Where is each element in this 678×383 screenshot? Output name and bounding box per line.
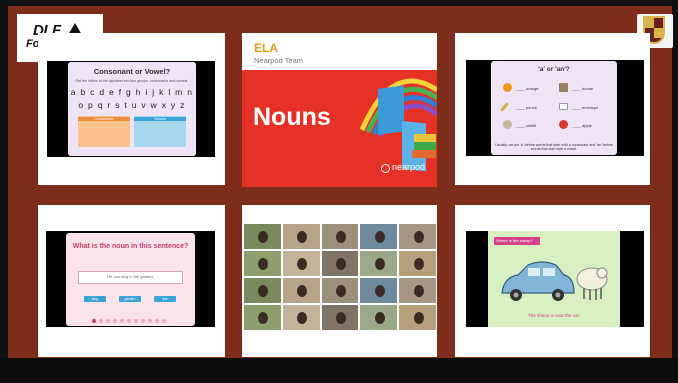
slide-sheep-car: Where is the sheep? The sheep is near th… [488,231,620,327]
progress-dot[interactable] [99,319,103,323]
progress-dot[interactable] [162,319,166,323]
alphabet-row: o p q r s t u v w x y z [78,100,186,110]
slide-a-or-an: 'a' or 'an'? ____ orange ____ house ____… [491,61,617,155]
participant-video [281,223,321,250]
nearpod-logo-text: nearpod [392,162,426,172]
list-item: ____ orange [516,86,539,91]
ela-title: ELA [254,41,278,55]
participant-video [320,304,360,331]
participant-avatar [297,257,308,270]
participant-video [281,304,321,331]
crest-quarter [645,18,654,28]
list-item: ____ pencil [516,105,537,110]
house-icon [559,83,568,92]
option-label: garden [124,297,136,301]
option-label: the [162,297,168,301]
progress-dot[interactable] [113,319,117,323]
participant-video [359,250,399,277]
participant-video [243,250,282,277]
question-text: What is the noun in this sentence? [72,243,189,250]
participant-avatar [374,230,385,243]
progress-dot[interactable] [141,319,145,323]
participant-avatar [413,284,424,297]
rabbit-icon [503,120,512,129]
vowels-label: Vowels [134,117,186,121]
participant-avatar [297,284,308,297]
slide-title: Consonant or Vowel? [93,67,171,76]
answer-sentence: The sheep is near the car. [527,313,581,318]
sentence-text: He can sing in the garden. [107,274,154,279]
participant-gallery [243,223,437,331]
participant-video [398,223,437,250]
progress-dot[interactable] [134,319,138,323]
slide-noun-question: What is the noun in this sentence? He ca… [66,233,195,326]
progress-dot[interactable] [120,319,124,323]
participant-avatar [297,230,308,243]
participant-video [243,223,282,250]
consonants-label: Consonants [78,117,130,121]
participant-avatar [335,257,346,270]
participant-avatar [258,284,269,297]
participant-video [359,304,399,331]
slide-subtitle: Put the letters of the alphabet into two… [75,79,189,83]
participant-avatar [297,311,308,324]
pencil-icon [500,102,509,112]
participant-avatar [258,230,269,243]
nearpod-logo-icon [381,164,390,173]
participant-video [320,250,360,277]
crest-quarter [654,28,663,38]
participant-avatar [258,311,269,324]
progress-dot[interactable] [148,319,152,323]
list-item: ____ apple [572,123,592,128]
participant-video [359,277,399,304]
participant-avatar [413,230,424,243]
progress-dot[interactable] [127,319,131,323]
slide-consonant-vowel: Consonant or Vowel? Put the letters of t… [68,62,196,156]
participant-avatar [374,257,385,270]
participant-avatar [335,311,346,324]
list-item: ____ rabbit [516,123,537,128]
prompt-text: Where is the sheep? [496,238,533,243]
participant-avatar [335,284,346,297]
option-button[interactable]: sing [84,296,106,302]
participant-avatar [335,230,346,243]
envelope-icon [559,103,568,110]
list-item: ____ envelope [572,105,599,110]
progress-dot[interactable] [155,319,159,323]
participant-avatar [413,311,424,324]
participant-video [398,250,437,277]
option-label: sing [91,297,99,301]
progress-dot[interactable] [92,319,96,323]
participant-video [320,277,360,304]
orange-icon [503,83,512,92]
participant-avatar [374,284,385,297]
participant-video [398,304,437,331]
participant-video [243,277,282,304]
ela-team: Nearpod Team [254,56,304,65]
slide-title: 'a' or 'an'? [538,66,570,73]
participant-video [398,277,437,304]
participant-video [281,250,321,277]
car-and-sheep-illustration [501,261,608,301]
participant-avatar [374,311,385,324]
slide-footer: Usually, we put 'a' before words that st… [495,143,613,151]
option-button[interactable]: the [154,296,176,302]
participant-video [359,223,399,250]
bottom-black-edge [0,358,678,383]
participant-video [320,223,360,250]
apple-icon [559,120,568,129]
participant-avatar [413,257,424,270]
participant-video [243,304,282,331]
alphabet-row: a b c d e f g h i j k l m n [70,87,194,97]
participant-video [281,277,321,304]
nouns-heading: Nouns [253,103,331,131]
progress-dot[interactable] [106,319,110,323]
list-item: ____ house [572,86,593,91]
option-button[interactable]: garden [119,296,141,302]
participant-avatar [258,257,269,270]
